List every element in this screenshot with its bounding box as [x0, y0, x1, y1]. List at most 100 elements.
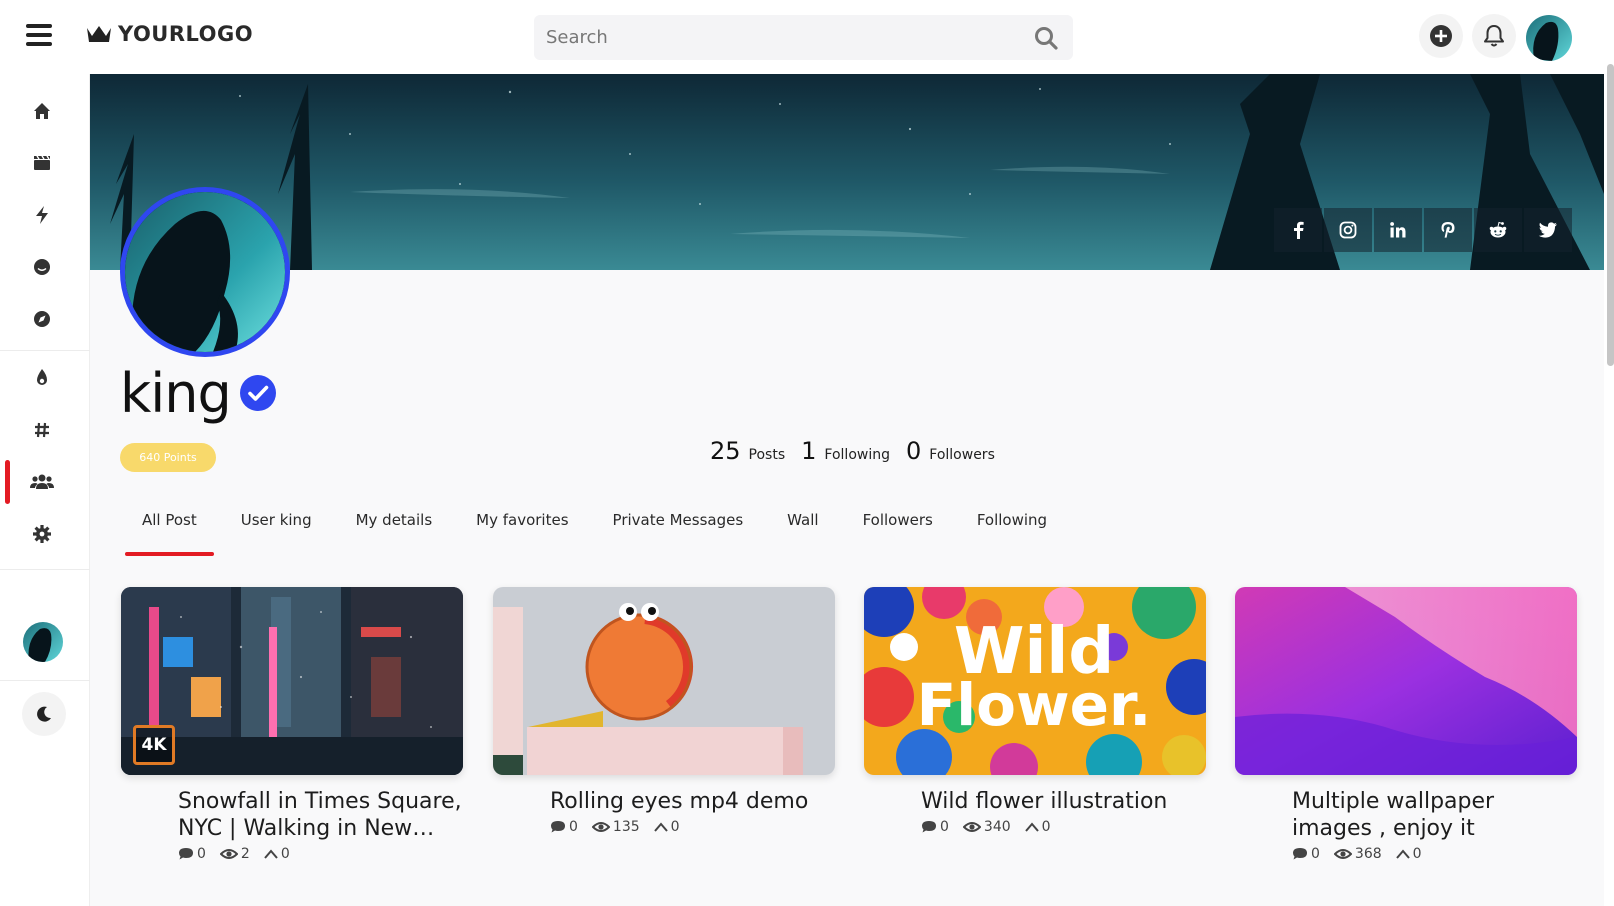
notifications-button[interactable] — [1472, 14, 1516, 58]
menu-icon[interactable] — [26, 24, 52, 46]
home-icon — [34, 103, 50, 119]
hashtag-icon — [35, 422, 49, 438]
add-post-button[interactable] — [1419, 14, 1463, 58]
crown-icon — [87, 26, 111, 42]
tab-my-favorites[interactable]: My favorites — [454, 498, 590, 542]
logo[interactable]: YOURLOGO — [86, 22, 253, 46]
search-icon[interactable] — [1033, 25, 1059, 51]
comment-icon — [551, 821, 565, 833]
post-card: Rolling eyes mp4 demo 0 135 0 — [493, 587, 835, 835]
post-thumbnail[interactable]: 4K — [121, 587, 463, 775]
sidebar-item-tags[interactable] — [25, 413, 59, 447]
instagram-icon — [1339, 221, 1357, 239]
sidebar-item-users[interactable] — [25, 465, 59, 499]
profile-stats: 25 Posts 1 Following 0 Followers — [710, 437, 1011, 465]
gear-icon — [33, 525, 51, 543]
fire-icon — [37, 369, 47, 385]
4k-badge: 4K — [133, 725, 175, 765]
sidebar-item-hot[interactable] — [25, 361, 59, 395]
comment-count: 0 — [569, 819, 578, 835]
facebook-link[interactable] — [1274, 208, 1322, 252]
twitter-link[interactable] — [1524, 208, 1572, 252]
comment-count: 0 — [940, 819, 949, 835]
comment-count: 0 — [1311, 846, 1320, 862]
post-thumbnail[interactable]: Wild Flower. — [864, 587, 1206, 775]
verified-badge-icon — [239, 374, 277, 412]
profile-page: king 640 Points 25 Posts 1 Following 0 F… — [90, 74, 1604, 906]
thumb-text-flower: Flower. — [917, 671, 1152, 739]
following-label[interactable]: Following — [824, 447, 890, 463]
post-title[interactable]: Rolling eyes mp4 demo — [550, 788, 835, 815]
profile-avatar[interactable] — [120, 187, 290, 357]
tab-user-king[interactable]: User king — [219, 498, 334, 542]
profile-tabs: All Post User king My details My favorit… — [120, 498, 1069, 556]
post-meta: 0 135 0 — [550, 819, 835, 835]
tab-private-messages[interactable]: Private Messages — [591, 498, 766, 542]
post-card: Wild Flower. Wild flower illustration 0 … — [864, 587, 1206, 835]
bolt-icon — [36, 206, 48, 224]
reddit-link[interactable] — [1474, 208, 1522, 252]
post-thumbnail[interactable] — [1235, 587, 1577, 775]
view-count: 340 — [983, 819, 1011, 835]
search-input[interactable] — [534, 15, 1004, 60]
top-bar: YOURLOGO — [0, 0, 1614, 74]
sidebar-avatar[interactable] — [23, 622, 63, 662]
upvote-icon[interactable] — [1395, 849, 1410, 859]
tab-following[interactable]: Following — [955, 498, 1069, 542]
linkedin-link[interactable] — [1374, 208, 1422, 252]
comment-icon — [922, 821, 936, 833]
comment-icon — [1293, 848, 1307, 860]
sidebar-item-trending[interactable] — [25, 198, 59, 232]
eye-icon — [591, 822, 610, 832]
linkedin-icon — [1390, 222, 1406, 238]
plus-circle-icon — [1430, 25, 1452, 47]
comment-icon — [179, 848, 193, 860]
tab-wall[interactable]: Wall — [765, 498, 840, 542]
sidebar-divider — [0, 350, 90, 351]
smiley-icon — [34, 259, 50, 275]
post-title[interactable]: Wild flower illustration — [921, 788, 1206, 815]
vote-count: 0 — [280, 846, 290, 862]
cover-image — [90, 74, 1604, 270]
page-scrollbar[interactable] — [1607, 64, 1614, 366]
twitter-icon — [1538, 222, 1557, 238]
tab-all-post[interactable]: All Post — [120, 498, 219, 556]
tab-followers[interactable]: Followers — [841, 498, 955, 542]
compass-icon — [34, 311, 50, 327]
reddit-icon — [1489, 221, 1507, 238]
dark-mode-toggle[interactable] — [22, 692, 66, 736]
tab-my-details[interactable]: My details — [334, 498, 455, 542]
post-card: Multiple wallpaper images , enjoy it 0 3… — [1235, 587, 1577, 862]
post-meta: 0 368 0 — [1292, 846, 1577, 862]
eye-icon — [962, 822, 981, 832]
post-title[interactable]: Multiple wallpaper images , enjoy it — [1292, 788, 1577, 842]
post-title[interactable]: Snowfall in Times Square, NYC | Walking … — [178, 788, 463, 842]
post-meta: 0 340 0 — [921, 819, 1206, 835]
view-count: 2 — [240, 846, 250, 862]
post-card: 4K Snowfall in Times Square, NYC | Walki… — [121, 587, 463, 862]
instagram-link[interactable] — [1324, 208, 1372, 252]
sidebar — [0, 74, 90, 906]
sidebar-item-fun[interactable] — [25, 250, 59, 284]
followers-label[interactable]: Followers — [929, 447, 995, 463]
active-indicator — [5, 460, 10, 504]
vote-count: 0 — [1041, 819, 1051, 835]
posts-label: Posts — [748, 447, 786, 463]
following-count[interactable]: 1 — [801, 437, 816, 465]
upvote-icon[interactable] — [264, 849, 278, 859]
sidebar-item-explore[interactable] — [25, 302, 59, 336]
pinterest-link[interactable] — [1424, 208, 1472, 252]
sidebar-item-settings[interactable] — [25, 517, 59, 551]
upvote-icon[interactable] — [1024, 822, 1039, 832]
view-count: 135 — [612, 819, 640, 835]
vote-count: 0 — [670, 819, 680, 835]
eye-icon — [219, 849, 238, 859]
user-avatar[interactable] — [1526, 15, 1572, 61]
sidebar-item-home[interactable] — [25, 94, 59, 128]
followers-count[interactable]: 0 — [906, 437, 921, 465]
pinterest-icon — [1441, 222, 1455, 238]
upvote-icon[interactable] — [653, 822, 668, 832]
sidebar-item-videos[interactable] — [25, 146, 59, 180]
comment-count: 0 — [197, 846, 206, 862]
post-thumbnail[interactable] — [493, 587, 835, 775]
